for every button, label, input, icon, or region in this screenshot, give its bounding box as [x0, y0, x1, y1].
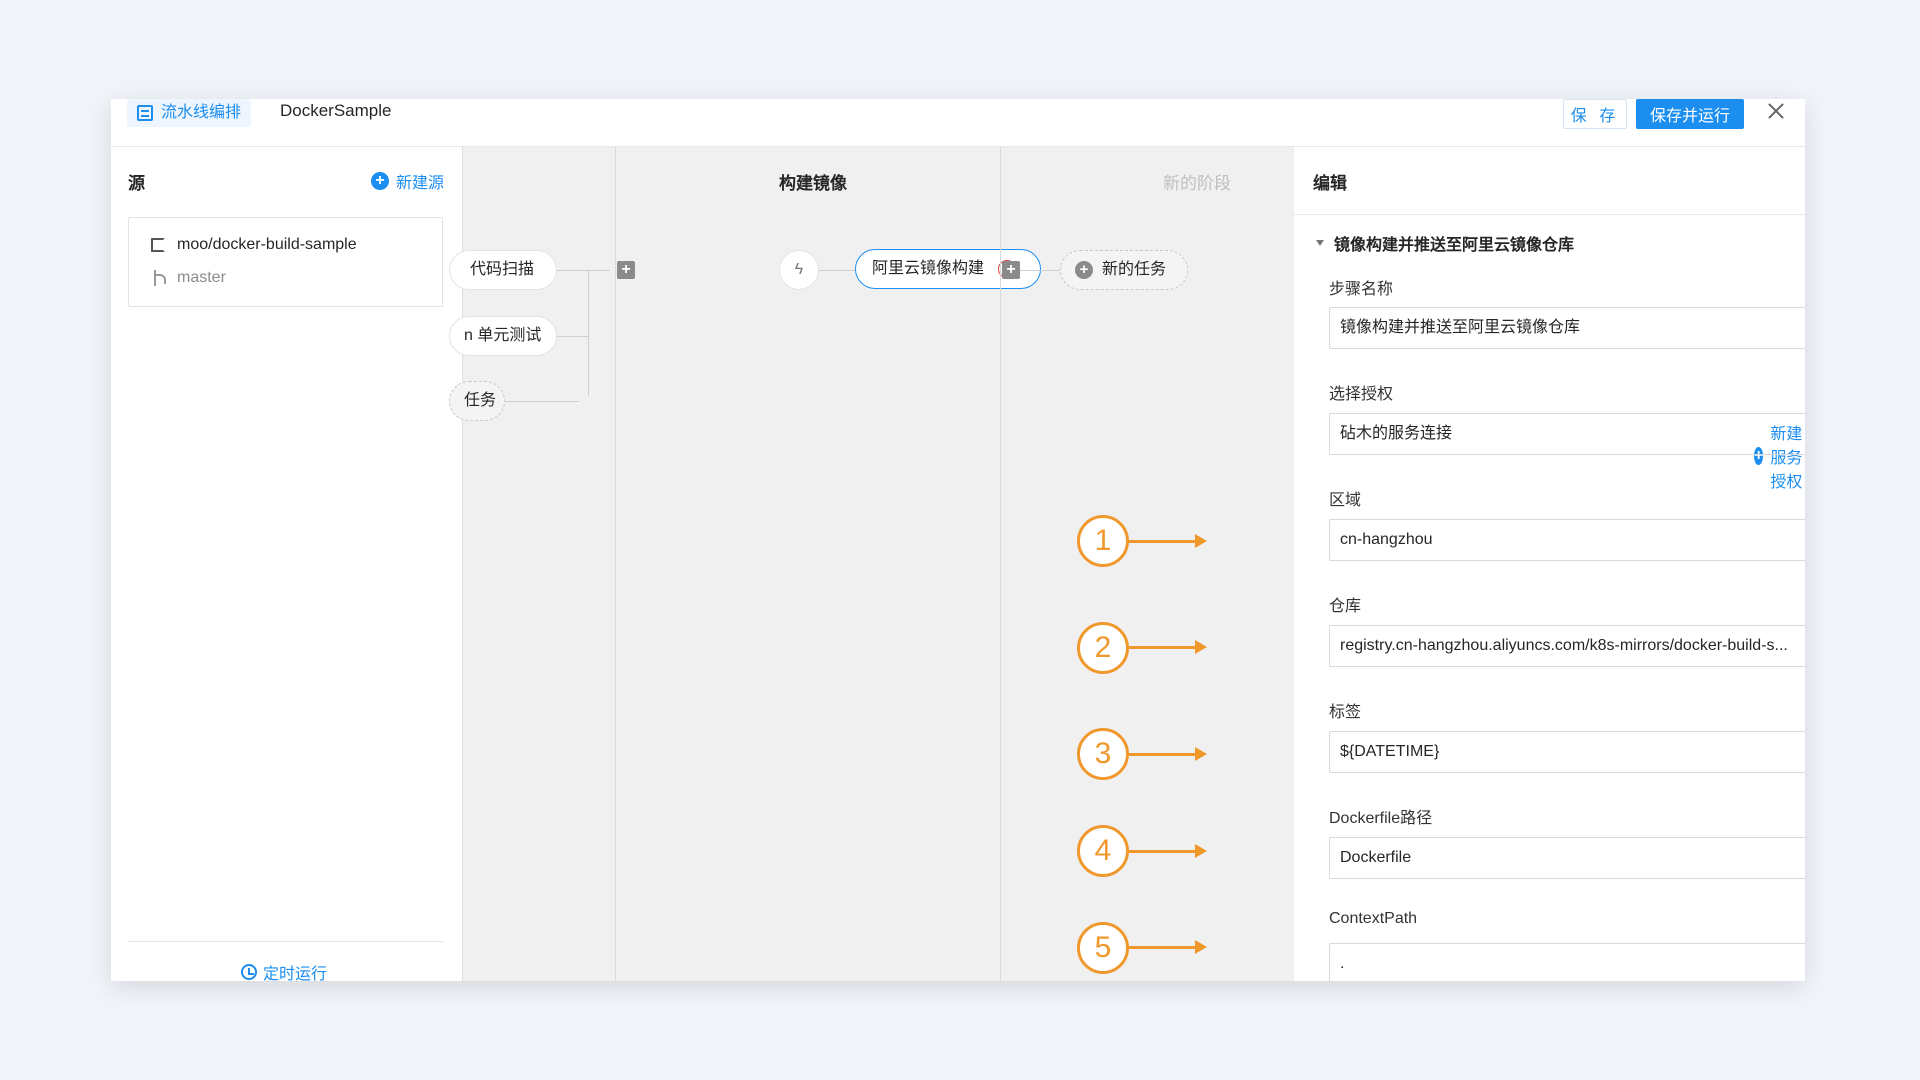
task-label: 任务 [464, 392, 497, 409]
dockerfile-label: Dockerfile路径 [1329, 810, 1433, 827]
plus-circle-icon: + [1075, 261, 1093, 279]
scheduled-run-label: 定时运行 [263, 966, 328, 981]
arrow-head-icon [1195, 747, 1207, 761]
source-repo-card[interactable]: moo/docker-build-sample master [128, 217, 443, 307]
new-source-button[interactable]: + 新建源 [371, 169, 444, 193]
new-task-label: 新的任务 [1102, 261, 1167, 278]
repository-label: 仓库 [1329, 598, 1362, 615]
task-label: 代码扫描 [470, 261, 535, 278]
trigger-lightning-icon[interactable]: ϟ [779, 250, 819, 290]
close-window-icon[interactable] [1767, 102, 1785, 120]
save-and-run-button[interactable]: 保存并运行 [1636, 99, 1744, 129]
annotation-arrow [1129, 753, 1197, 756]
source-panel: 源 + 新建源 moo/docker-build-sample master 定… [111, 147, 463, 981]
new-task-button[interactable]: + 新的任务 [1060, 250, 1188, 290]
region-select[interactable]: cn-hangzhou [1329, 519, 1805, 561]
arrow-head-icon [1195, 844, 1207, 858]
annotation-arrow [1129, 850, 1197, 853]
task-code-scan[interactable]: 代码扫描 [449, 250, 557, 290]
connector [557, 336, 589, 337]
scheduled-run-button[interactable]: 定时运行 [241, 960, 327, 981]
task-new-partial[interactable]: 任务 [449, 381, 505, 421]
annotation-marker: 5 [1077, 922, 1129, 974]
dockerfile-input[interactable]: Dockerfile [1329, 837, 1805, 879]
connector [588, 270, 589, 396]
section-title: 镜像构建并推送至阿里云镜像仓库 [1334, 237, 1575, 254]
tag-input[interactable]: ${DATETIME} [1329, 731, 1805, 773]
context-path-label: ContextPath [1329, 910, 1418, 927]
pipeline-name: DockerSample [280, 101, 392, 120]
annotation-marker: 2 [1077, 622, 1129, 674]
repo-row: moo/docker-build-sample [151, 236, 357, 254]
tag-label: 标签 [1329, 704, 1362, 721]
connector [557, 270, 610, 271]
step-section-header[interactable]: 镜像构建并推送至阿里云镜像仓库 [1316, 231, 1574, 255]
annotation-marker: 1 [1077, 515, 1129, 567]
branch-row: master [151, 269, 226, 287]
step-name-input[interactable]: 镜像构建并推送至阿里云镜像仓库 [1329, 307, 1805, 349]
task-label: 阿里云镜像构建 [872, 260, 985, 277]
auth-label: 选择授权 [1329, 386, 1394, 403]
connector [819, 270, 855, 271]
edit-title: 编辑 [1313, 174, 1347, 193]
pipeline-icon [137, 105, 153, 121]
breadcrumb[interactable]: 流水线编排 [127, 99, 252, 127]
save-button[interactable]: 保 存 [1563, 99, 1627, 129]
annotation-marker: 4 [1077, 825, 1129, 877]
annotation-marker: 3 [1077, 728, 1129, 780]
region-value: cn-hangzhou [1340, 531, 1433, 548]
annotation-arrow [1129, 946, 1197, 949]
new-stage-title[interactable]: 新的阶段 [1163, 169, 1231, 194]
divider [128, 941, 443, 942]
annotation-arrow [1129, 646, 1197, 649]
pipeline-editor-window: 流水线编排 DockerSample 保 存 保存并运行 源 + 新建源 moo… [111, 99, 1805, 981]
arrow-head-icon [1195, 534, 1207, 548]
repo-icon [151, 238, 165, 252]
add-stage-icon[interactable]: + [617, 261, 635, 279]
repository-select[interactable]: registry.cn-hangzhou.aliyuncs.com/k8s-mi… [1329, 625, 1805, 667]
plus-circle-icon: + [371, 172, 389, 190]
clock-icon [241, 964, 257, 980]
branch-icon [151, 270, 166, 286]
source-title: 源 [128, 174, 145, 193]
auth-select[interactable]: 砧木的服务连接 [1329, 413, 1805, 455]
step-name-label: 步骤名称 [1329, 281, 1394, 298]
stage-title: 构建镜像 [779, 174, 847, 193]
task-unit-test[interactable]: n 单元测试 [449, 316, 557, 356]
add-stage-icon[interactable]: + [1002, 261, 1020, 279]
arrow-head-icon [1195, 640, 1207, 654]
connector [505, 401, 579, 402]
branch-name: master [177, 269, 226, 286]
repository-value: registry.cn-hangzhou.aliyuncs.com/k8s-mi… [1340, 637, 1788, 654]
region-label: 区域 [1329, 492, 1362, 509]
stage-divider [615, 147, 616, 981]
auth-value: 砧木的服务连接 [1340, 425, 1453, 442]
stage-divider [1000, 147, 1001, 981]
annotation-arrow [1129, 540, 1197, 543]
new-source-label: 新建源 [396, 175, 445, 192]
context-path-input[interactable]: . [1329, 943, 1805, 981]
caret-down-icon [1316, 240, 1324, 246]
edit-header: 编辑 [1294, 147, 1805, 215]
edit-panel: 编辑 镜像构建并推送至阿里云镜像仓库 步骤名称 镜像构建并推送至阿里云镜像仓库 … [1294, 147, 1805, 981]
pipeline-canvas: 代码扫描 n 单元测试 任务 + 构建镜像 ϟ 阿里云镜像构建 i + 新的阶段… [449, 147, 1294, 981]
arrow-head-icon [1195, 940, 1207, 954]
top-bar: 流水线编排 DockerSample 保 存 保存并运行 [111, 99, 1805, 147]
breadcrumb-label: 流水线编排 [161, 104, 242, 121]
connector [1020, 270, 1060, 271]
task-label: n 单元测试 [464, 327, 542, 344]
repo-name: moo/docker-build-sample [177, 236, 357, 253]
